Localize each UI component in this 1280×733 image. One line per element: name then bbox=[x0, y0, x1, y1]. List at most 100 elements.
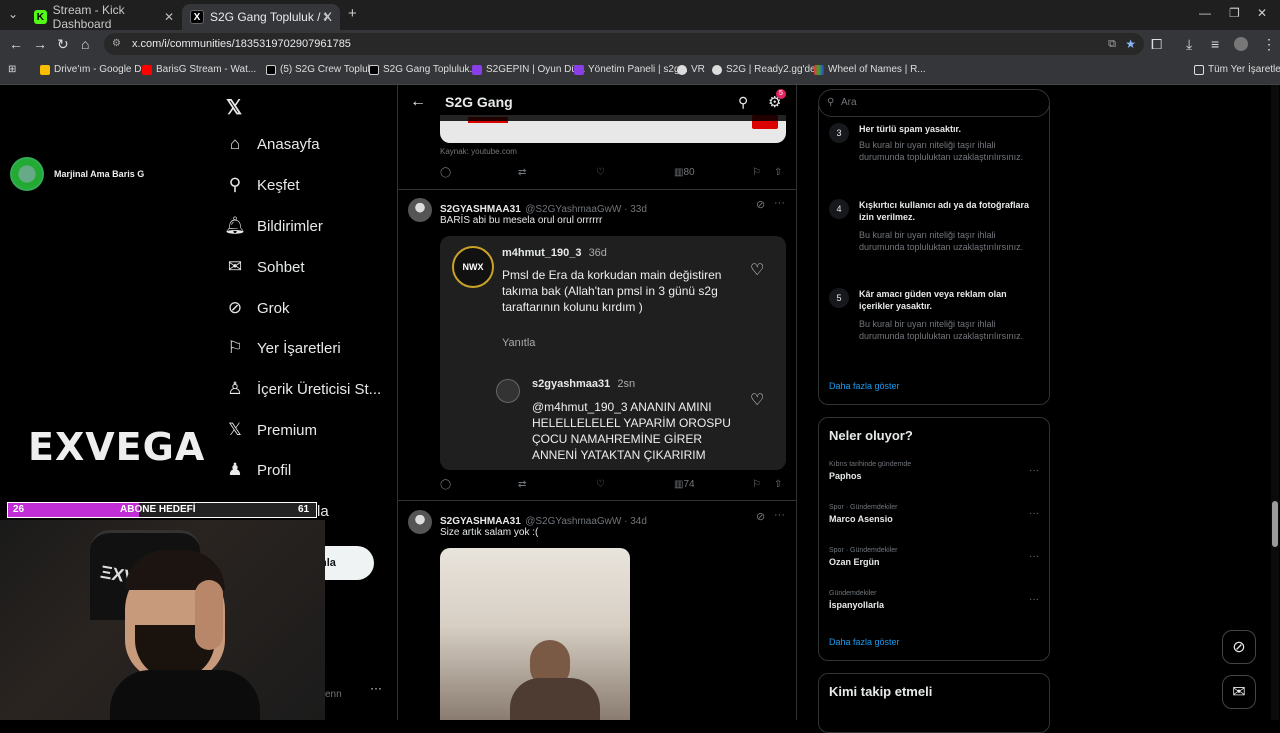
tab-s2g-gang[interactable]: X S2G Gang Topluluk / X ✕ bbox=[182, 4, 340, 30]
home-icon[interactable]: ⌂ bbox=[81, 36, 89, 52]
new-tab-icon[interactable]: + bbox=[348, 5, 357, 22]
bookmark-item[interactable]: S2G | Ready2.gg'de... bbox=[712, 64, 824, 75]
nav-profile[interactable]: ♟ Profil bbox=[222, 459, 291, 481]
back-arrow-icon[interactable]: ← bbox=[410, 93, 426, 111]
bookmark-item[interactable]: S2G Gang Topluluk... bbox=[369, 64, 478, 75]
nav-premium[interactable]: 𝕏 Premium bbox=[222, 419, 317, 441]
close-window-icon[interactable]: ✕ bbox=[1257, 6, 1267, 20]
grok-icon[interactable]: ⊘ bbox=[756, 510, 765, 523]
bookmark-item[interactable]: BarisG Stream - Wat... bbox=[142, 64, 256, 75]
x-logo-icon[interactable]: 𝕏 bbox=[226, 95, 242, 120]
nav-bookmarks[interactable]: ⚐ Yer İşaretleri bbox=[222, 337, 340, 359]
views-icon[interactable]: ▥ 74 bbox=[674, 479, 695, 490]
retweet-icon[interactable]: ⇄ bbox=[518, 167, 526, 178]
views-icon[interactable]: ▥ 80 bbox=[674, 167, 695, 178]
avatar[interactable] bbox=[408, 510, 432, 534]
share-icon[interactable]: ⇧ bbox=[774, 479, 782, 490]
nav-explore[interactable]: ⚲ Keşfet bbox=[222, 174, 300, 196]
show-more-link[interactable]: Daha fazla göster bbox=[829, 637, 900, 647]
author-name[interactable]: S2GYASHMAA31 bbox=[440, 204, 521, 215]
grok-fab-icon[interactable]: ⊘ bbox=[1222, 630, 1256, 664]
maximize-icon[interactable]: ❐ bbox=[1229, 6, 1240, 20]
tweet-photo[interactable] bbox=[440, 548, 630, 720]
like-icon[interactable]: ♡ bbox=[596, 167, 605, 178]
more-icon[interactable]: ··· bbox=[774, 509, 785, 521]
account-menu-icon[interactable]: ··· bbox=[370, 681, 382, 695]
messages-fab-icon[interactable]: ✉ bbox=[1222, 675, 1256, 709]
nav-grok[interactable]: ⊘ Grok bbox=[222, 297, 290, 319]
trend-item[interactable]: Spor · Gündemdekiler Ozan Ergün ··· bbox=[829, 547, 1039, 567]
download-icon[interactable]: ⤓ bbox=[1186, 36, 1192, 53]
community-header: ← S2G Gang ⚲ ⚙ 5 bbox=[398, 85, 796, 121]
more-icon[interactable]: ··· bbox=[1029, 465, 1039, 476]
tab-search-icon[interactable]: ⌄ bbox=[8, 7, 18, 21]
who-to-follow-card: Kimi takip etmeli bbox=[818, 673, 1050, 733]
author-handle[interactable]: @S2GYashmaaGwW · 34d bbox=[525, 516, 647, 527]
scrollbar-track[interactable] bbox=[1271, 85, 1279, 720]
link-source[interactable]: Kaynak: youtube.com bbox=[440, 147, 517, 156]
more-icon[interactable]: ··· bbox=[1029, 551, 1039, 562]
forward-icon[interactable]: → bbox=[33, 36, 47, 52]
apps-icon[interactable]: ⊞ bbox=[8, 64, 16, 75]
tab-kick-dashboard[interactable]: K Stream - Kick Dashboard ✕ bbox=[26, 3, 182, 31]
reading-list-icon[interactable]: ≡ bbox=[1211, 36, 1219, 52]
nav-creator-studio[interactable]: ♙ İçerik Üreticisi St... bbox=[222, 378, 381, 400]
trend-item[interactable]: Spor · Gündemdekiler Marco Asensio ··· bbox=[829, 504, 1039, 524]
bookmark-icon[interactable]: ⚐ bbox=[752, 167, 761, 178]
extensions-icon[interactable]: ⧠ bbox=[1151, 36, 1162, 53]
author-handle[interactable]: @S2GYashmaaGwW · 33d bbox=[525, 204, 647, 215]
bookmark-item[interactable]: Wheel of Names | R... bbox=[814, 64, 926, 75]
scrollbar-thumb[interactable] bbox=[1272, 501, 1278, 547]
reply-icon[interactable]: ◯ bbox=[440, 167, 451, 178]
close-tab-icon[interactable]: ✕ bbox=[322, 10, 332, 24]
goal-current: 26 bbox=[13, 504, 25, 515]
minimize-icon[interactable]: — bbox=[1199, 6, 1211, 20]
bookmark-item[interactable]: VR bbox=[677, 64, 705, 75]
more-icon[interactable]: ··· bbox=[774, 197, 785, 209]
star-icon[interactable]: ★ bbox=[1125, 33, 1136, 55]
reply-icon[interactable]: ◯ bbox=[440, 479, 451, 490]
kick-icon: K bbox=[34, 10, 47, 24]
nav-messages[interactable]: ✉ Sohbet bbox=[222, 256, 305, 278]
profile-avatar[interactable] bbox=[1234, 37, 1248, 51]
bookmark-item[interactable]: Yönetim Paneli | s2g... bbox=[574, 64, 688, 75]
trend-item[interactable]: Gündemdekiler İspanyollarla ··· bbox=[829, 590, 1039, 610]
bookmark-item[interactable]: Drive'ım - Google D... bbox=[40, 64, 150, 75]
reply-avatar bbox=[496, 379, 520, 403]
bookmark-item[interactable]: S2GEPIN | Oyun Dü... bbox=[472, 64, 585, 75]
menu-icon[interactable]: ⋮ bbox=[1262, 36, 1276, 53]
tweet-action-bar: ◯ ⇄ ♡ ▥ 80 ⚐ ⇧ bbox=[440, 167, 786, 183]
mail-icon: ✉ bbox=[227, 257, 243, 276]
community-timeline: ← S2G Gang ⚲ ⚙ 5 Kaynak: youtube.com ◯ ⇄… bbox=[397, 85, 797, 720]
url-input[interactable]: ⚙ x.com/i/communities/183531970290796178… bbox=[104, 33, 1144, 55]
site-info-icon[interactable]: ⚙ bbox=[112, 33, 121, 55]
nav-notifications[interactable]: 🔔︎ Bildirimler bbox=[222, 215, 323, 237]
bookmark-item[interactable]: (5) S2G Crew Toplul... bbox=[266, 64, 378, 75]
back-icon[interactable]: ← bbox=[9, 36, 23, 52]
share-icon[interactable]: ⇧ bbox=[774, 167, 782, 178]
all-bookmarks[interactable]: Tüm Yer İşaretleri bbox=[1194, 64, 1280, 75]
embedded-comment-image[interactable]: NWX m4hmut_190_3 36d Pmsl de Era da kork… bbox=[440, 236, 786, 470]
retweet-icon[interactable]: ⇄ bbox=[518, 479, 526, 490]
s2g-icon bbox=[574, 64, 584, 75]
reply-label: Yanıtla bbox=[502, 337, 536, 349]
divider bbox=[398, 500, 796, 501]
like-icon[interactable]: ♡ bbox=[596, 479, 605, 490]
trend-item[interactable]: Kıbrıs tarihinde gündemde Paphos ··· bbox=[829, 461, 1039, 481]
reload-icon[interactable]: ↻ bbox=[57, 36, 69, 53]
author-name[interactable]: S2GYASHMAA31 bbox=[440, 516, 521, 527]
drive-icon bbox=[40, 64, 50, 75]
avatar[interactable] bbox=[408, 198, 432, 222]
creator-icon: ♙ bbox=[227, 379, 243, 398]
close-tab-icon[interactable]: ✕ bbox=[164, 10, 174, 24]
search-icon[interactable]: ⚲ bbox=[738, 94, 748, 111]
more-icon[interactable]: ··· bbox=[1029, 508, 1039, 519]
nav-home[interactable]: ⌂ Anasayfa bbox=[222, 133, 320, 155]
show-more-link[interactable]: Daha fazla göster bbox=[829, 381, 900, 391]
install-app-icon[interactable]: ⧉ bbox=[1108, 33, 1116, 55]
nwx-avatar: NWX bbox=[452, 246, 494, 288]
more-icon[interactable]: ··· bbox=[1029, 594, 1039, 605]
grok-icon[interactable]: ⊘ bbox=[756, 198, 765, 211]
account-switcher-handle[interactable]: enn bbox=[325, 689, 342, 700]
bookmark-icon[interactable]: ⚐ bbox=[752, 479, 761, 490]
